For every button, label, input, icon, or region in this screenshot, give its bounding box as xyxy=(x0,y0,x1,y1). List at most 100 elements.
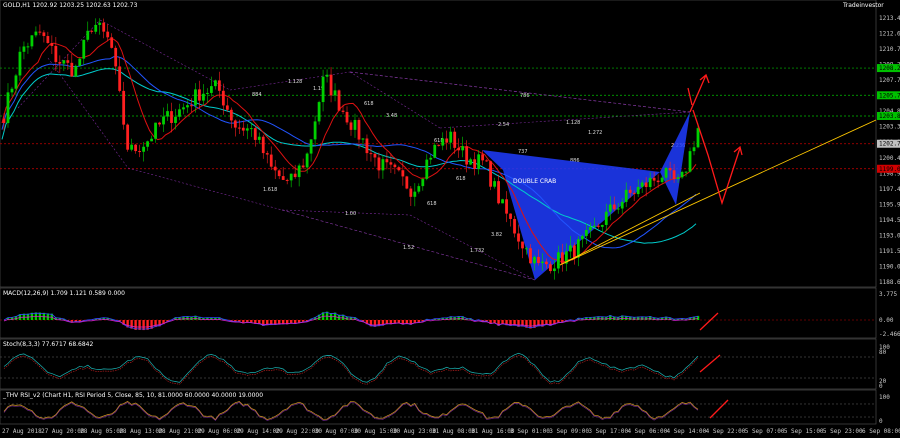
candle-body xyxy=(345,111,349,123)
candle-body xyxy=(481,154,485,161)
macd-scale-label: 3.775 xyxy=(879,291,897,298)
candle-body xyxy=(281,176,285,180)
price-scale-label: 1210.70 xyxy=(879,46,900,53)
candle-body xyxy=(50,42,54,46)
stoch-panel xyxy=(0,338,877,390)
candle-body xyxy=(126,124,130,150)
candle-body xyxy=(190,105,193,107)
price-scale-label: 1212.65 xyxy=(879,31,900,38)
candle-body xyxy=(118,66,122,91)
candle-body xyxy=(74,65,78,77)
candle-body xyxy=(66,60,70,63)
price-badge-label: 1202.73 xyxy=(879,141,900,148)
candle-body xyxy=(269,154,273,167)
fib-ratio-label: 1.00 xyxy=(345,211,356,217)
candle-body xyxy=(660,177,664,183)
candle-body xyxy=(237,127,241,129)
candle-body xyxy=(102,22,106,32)
candle-body xyxy=(110,37,114,48)
price-scale-label: 1200.40 xyxy=(879,155,900,162)
candle-body xyxy=(369,153,373,155)
fib-ratio-label: 618 xyxy=(456,176,466,182)
candle-body xyxy=(245,128,249,131)
time-axis-label: 4 Sep 22:00 xyxy=(706,428,746,435)
candle-body xyxy=(317,102,321,122)
candle-body xyxy=(445,138,449,143)
candle-body xyxy=(684,171,688,173)
candle-body xyxy=(413,191,417,197)
candle-body xyxy=(130,144,134,150)
time-axis-label: 30 Aug 23:00 xyxy=(393,428,437,435)
time-axis-label: 3 Sep 09:00 xyxy=(549,428,589,435)
candle-body xyxy=(229,109,233,121)
candle-body xyxy=(509,213,512,219)
candle-body xyxy=(162,116,165,125)
candle-body xyxy=(22,46,26,52)
time-axis-label: 30 Aug 15:00 xyxy=(354,428,398,435)
candle-body xyxy=(158,122,161,125)
pattern-label: DOUBLE CRAB xyxy=(513,178,556,185)
candle-body xyxy=(533,256,536,264)
candle-body xyxy=(537,256,540,264)
macd-title: MACD(12,26,9) 1.709 1.121 0.589 0.000 xyxy=(3,290,125,297)
candle-body xyxy=(86,30,90,40)
candle-body xyxy=(34,31,38,36)
candle-body xyxy=(365,138,369,154)
time-axis-label: 31 Aug 08:00 xyxy=(432,428,476,435)
candle-body xyxy=(38,31,42,33)
candle-body xyxy=(584,230,588,236)
candle-body xyxy=(6,92,10,124)
candle-body xyxy=(596,225,600,227)
time-axis-label: 27 Aug 2018 xyxy=(2,428,42,435)
candle-body xyxy=(493,181,496,187)
price-scale-label: 1194.50 xyxy=(879,217,900,224)
candle-body xyxy=(18,51,22,76)
candle-body xyxy=(545,261,548,265)
candle-body xyxy=(449,131,453,143)
stoch-title: Stoch(8,3,3) 77.6717 68.6842 xyxy=(3,341,94,348)
time-axis-label: 30 Aug 07:00 xyxy=(315,428,359,435)
macd-scale-label: 0.00 xyxy=(879,317,894,324)
candle-body xyxy=(656,180,660,183)
candle-body xyxy=(453,131,457,148)
candle-body xyxy=(309,139,313,154)
price-scale-label: 1197.40 xyxy=(879,186,900,193)
candle-body xyxy=(289,173,293,181)
price-badge-label: 1203.85 xyxy=(879,113,900,120)
time-axis-label: 27 Aug 20:00 xyxy=(41,428,85,435)
candle-body xyxy=(553,268,556,272)
candle-body xyxy=(409,188,413,197)
candle-body xyxy=(541,261,544,264)
candle-body xyxy=(297,165,301,178)
candle-body xyxy=(150,138,153,142)
candle-body xyxy=(473,159,477,169)
price-scale-label: 1213.40 xyxy=(879,15,900,22)
candle-body xyxy=(257,136,261,140)
candle-body xyxy=(397,167,401,171)
candle-body xyxy=(337,90,341,111)
time-axis-label: 4 Sep 06:00 xyxy=(627,428,667,435)
candle-body xyxy=(341,110,345,112)
candle-body xyxy=(166,111,169,117)
candle-body xyxy=(489,161,492,187)
candle-body xyxy=(568,245,572,252)
candle-body xyxy=(46,36,50,43)
candle-body xyxy=(640,182,644,187)
time-axis-label: 5 Sep 15:00 xyxy=(784,428,824,435)
price-scale-label: 1188.60 xyxy=(879,279,900,286)
candle-body xyxy=(648,177,652,188)
candle-body xyxy=(213,80,217,87)
candle-body xyxy=(98,22,102,25)
candle-body xyxy=(632,192,636,195)
candle-body xyxy=(178,109,181,117)
candle-body xyxy=(233,120,237,128)
time-axis-label: 5 Sep 07:00 xyxy=(745,428,785,435)
price-badge-label: 1208.25 xyxy=(879,65,900,72)
time-axis-label: 5 Sep 23:00 xyxy=(823,428,863,435)
candle-body xyxy=(417,186,421,192)
candle-body xyxy=(501,199,504,204)
candle-body xyxy=(505,199,508,214)
price-badge-label: 1199.00 xyxy=(879,166,900,173)
fib-ratio-label: 884 xyxy=(252,92,262,98)
candle-body xyxy=(389,162,393,165)
